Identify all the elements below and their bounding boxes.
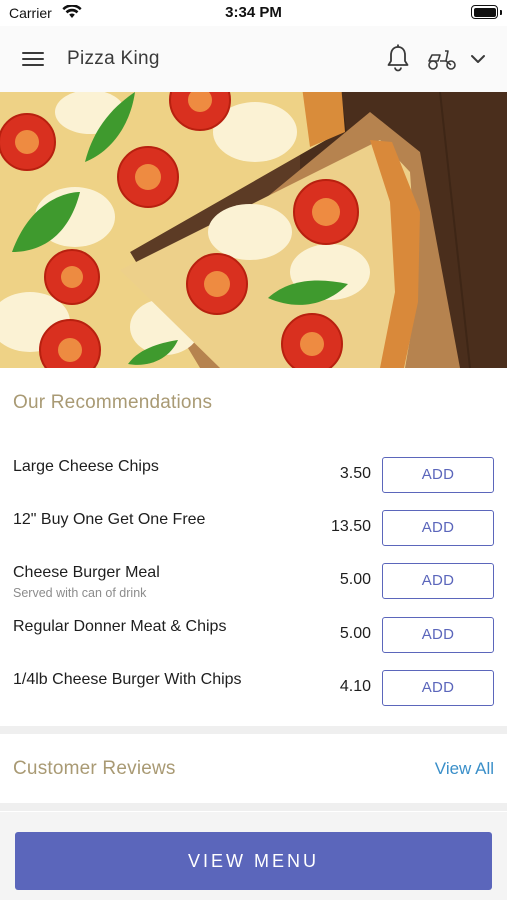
item-name: 1/4lb Cheese Burger With Chips [13,671,242,688]
add-button[interactable]: ADD [382,457,494,493]
add-button[interactable]: ADD [382,510,494,546]
section-divider [0,726,507,734]
item-price: 5.00 [339,571,371,588]
add-button[interactable]: ADD [382,670,494,706]
item-subtitle: Served with can of drink [13,586,147,600]
item-price: 13.50 [330,518,371,535]
item-name: Large Cheese Chips [13,458,159,475]
add-button[interactable]: ADD [382,563,494,599]
item-price: 5.00 [339,625,371,642]
status-bar: Carrier 3:34 PM [0,0,507,26]
list-item: Regular Donner Meat & Chips 5.00 ADD [0,608,507,658]
list-item: 1/4lb Cheese Burger With Chips 4.10 ADD [0,661,507,711]
scooter-icon[interactable] [426,46,458,72]
app-header: Pizza King [0,26,507,92]
hero-image [0,92,507,368]
battery-icon [471,5,498,19]
item-name: Cheese Burger Meal [13,564,160,581]
section-divider [0,803,507,811]
add-button[interactable]: ADD [382,617,494,653]
list-item: Large Cheese Chips 3.50 ADD [0,448,507,498]
recommendations-title: Our Recommendations [13,392,213,413]
chevron-down-icon[interactable] [468,49,488,69]
item-price: 4.10 [339,678,371,695]
bell-icon[interactable] [384,43,412,73]
menu-icon[interactable] [18,46,48,72]
battery-cap [500,10,502,15]
item-name: 12" Buy One Get One Free [13,511,206,528]
page-title: Pizza King [67,48,160,69]
status-time: 3:34 PM [225,4,282,21]
item-price: 3.50 [339,465,371,482]
list-item: 12" Buy One Get One Free 13.50 ADD [0,501,507,551]
reviews-title: Customer Reviews [13,758,176,779]
view-menu-button[interactable]: VIEW MENU [15,832,492,890]
bottom-bar: VIEW MENU [0,812,507,900]
pizza-photo [0,92,507,368]
view-all-link[interactable]: View All [435,759,494,779]
item-name: Regular Donner Meat & Chips [13,618,227,635]
